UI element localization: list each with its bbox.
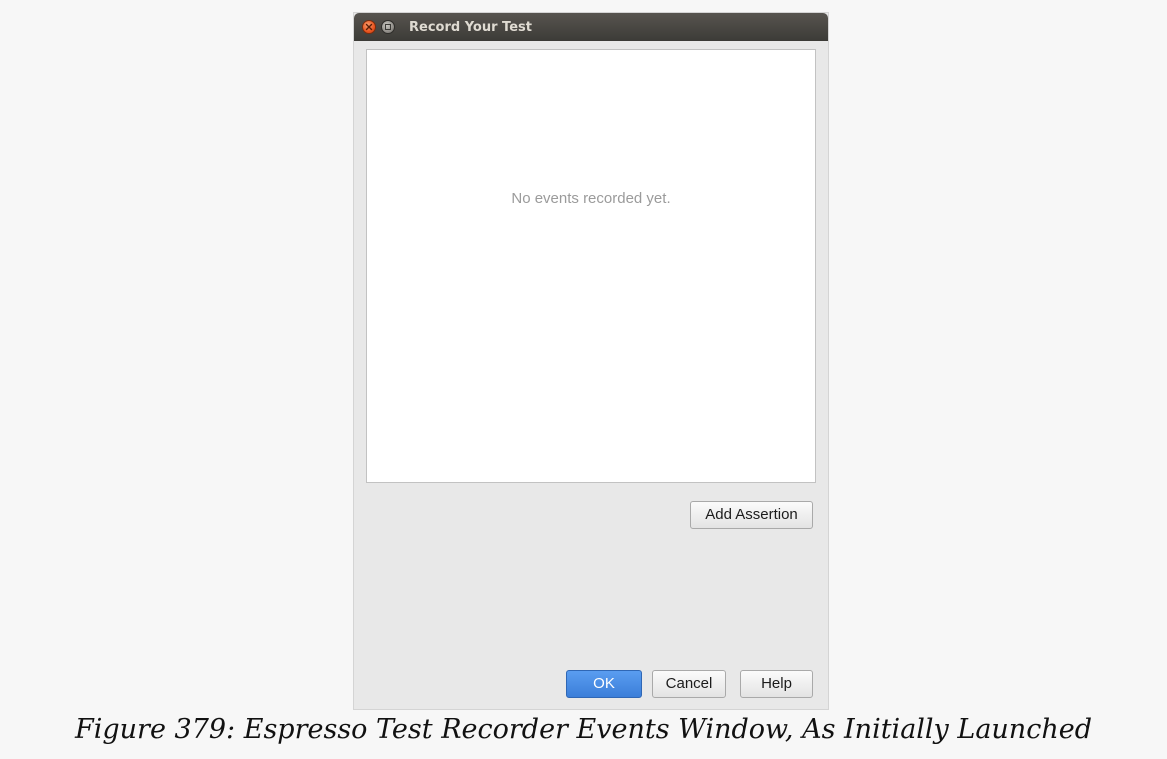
empty-events-message: No events recorded yet. — [511, 190, 671, 207]
events-list[interactable]: No events recorded yet. — [366, 49, 816, 483]
ok-button[interactable]: OK — [566, 670, 642, 698]
figure-caption: Figure 379: Espresso Test Recorder Event… — [75, 714, 1092, 745]
close-icon[interactable] — [362, 20, 376, 34]
maximize-icon[interactable] — [381, 20, 395, 34]
add-assertion-button[interactable]: Add Assertion — [690, 501, 813, 529]
title-bar[interactable]: Record Your Test — [354, 13, 828, 41]
cancel-button[interactable]: Cancel — [652, 670, 726, 698]
help-button[interactable]: Help — [740, 670, 813, 698]
window-title: Record Your Test — [409, 20, 532, 35]
record-test-dialog: Record Your Test No events recorded yet.… — [354, 13, 828, 709]
